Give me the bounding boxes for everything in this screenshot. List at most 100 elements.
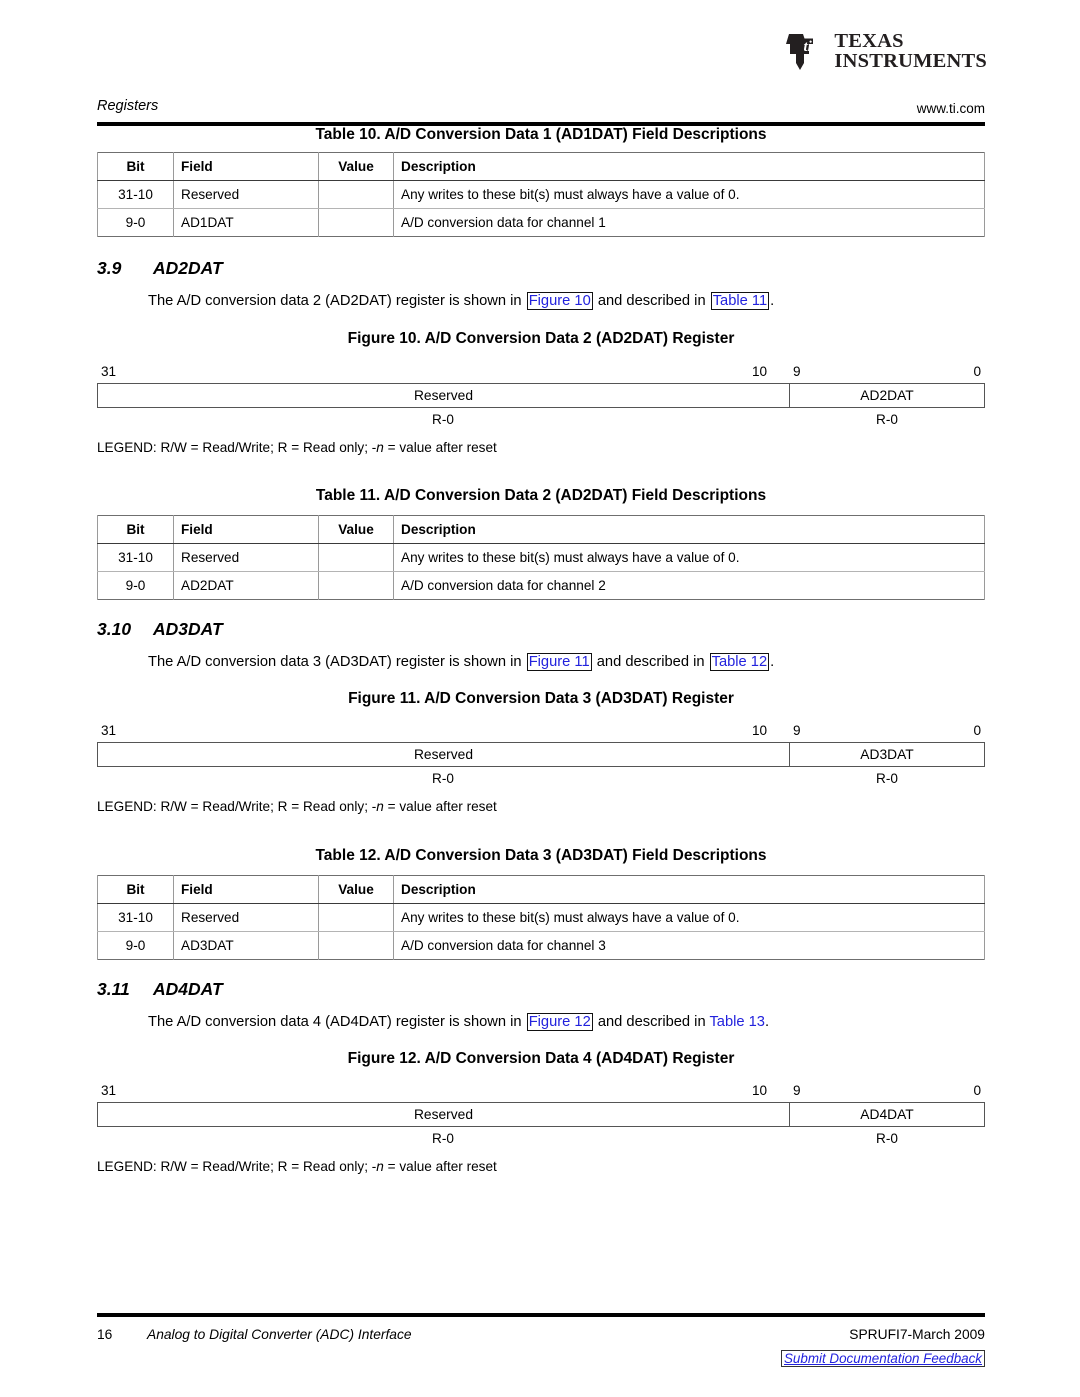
ti-logo: ti TEXAS INSTRUMENTS (783, 31, 987, 72)
table-row: 9-0 AD1DAT A/D conversion data for chann… (97, 208, 985, 237)
bit-label-split-right: 9 (793, 723, 801, 738)
section-heading-3-10: 3.10 AD3DAT (97, 619, 985, 640)
table-10-caption: Table 10. A/D Conversion Data 1 (AD1DAT)… (315, 126, 767, 143)
cell-bit: 9-0 (97, 208, 174, 237)
register-field-box: Reserved AD3DAT (97, 742, 985, 767)
legend-prefix: LEGEND: R/W = Read/Write; R = Read only;… (97, 1159, 377, 1174)
bit-label-low: 0 (973, 364, 981, 379)
cell-value (318, 543, 394, 572)
running-header-section: Registers (97, 98, 159, 114)
table-row: 31-10 Reserved Any writes to these bit(s… (97, 903, 985, 932)
register-field-box: Reserved AD2DAT (97, 383, 985, 408)
paragraph-text-part-1: The A/D conversion data 3 (AD3DAT) regis… (148, 654, 526, 670)
cell-description: A/D conversion data for channel 3 (393, 931, 985, 960)
bit-label-split-right: 9 (793, 364, 801, 379)
paragraph-text-part-1: The A/D conversion data 4 (AD4DAT) regis… (148, 1014, 526, 1030)
link-figure-12[interactable]: Figure 12 (526, 1013, 593, 1031)
bit-number-row: 31 10 9 0 (97, 364, 985, 383)
column-header-value: Value (318, 152, 394, 181)
footer-document-title: Analog to Digital Converter (ADC) Interf… (147, 1327, 412, 1342)
table-row: 9-0 AD3DAT A/D conversion data for chann… (97, 931, 985, 960)
section-title: AD4DAT (153, 979, 223, 999)
table-12-caption: Table 12. A/D Conversion Data 3 (AD3DAT)… (315, 847, 767, 864)
section-title: AD3DAT (153, 619, 223, 639)
bit-label-split-left: 10 (752, 1083, 768, 1098)
figure-12-caption: Figure 12. A/D Conversion Data 4 (AD4DAT… (347, 1050, 735, 1067)
header-rule (97, 122, 985, 126)
link-table-11[interactable]: Table 11 (710, 292, 770, 310)
section-heading-3-9: 3.9 AD2DAT (97, 258, 985, 279)
figure-10-caption: Figure 10. A/D Conversion Data 2 (AD2DAT… (347, 330, 735, 347)
bit-label-split-left: 10 (752, 364, 768, 379)
access-field: R-0 (876, 771, 898, 786)
figure-12-legend: LEGEND: R/W = Read/Write; R = Read only;… (97, 1159, 985, 1174)
table-header-row: Bit Field Value Description (97, 875, 985, 904)
section-number: 3.9 (97, 258, 122, 278)
figure-11-register-diagram: 31 10 9 0 Reserved AD3DAT R-0 R-0 LEGEND… (97, 723, 985, 814)
legend-italic-n: n (376, 440, 384, 455)
cell-description: Any writes to these bit(s) must always h… (393, 543, 985, 572)
table-11: Bit Field Value Description 31-10 Reserv… (97, 515, 985, 600)
register-field-reserved: Reserved (98, 384, 790, 407)
table-header-row: Bit Field Value Description (97, 152, 985, 181)
column-header-description: Description (393, 875, 985, 904)
figure-10-register-diagram: 31 10 9 0 Reserved AD2DAT R-0 R-0 LEGEND… (97, 364, 985, 455)
figure-10-legend: LEGEND: R/W = Read/Write; R = Read only;… (97, 440, 985, 455)
paragraph-text-part-3: . (764, 1014, 770, 1030)
legend-prefix: LEGEND: R/W = Read/Write; R = Read only;… (97, 799, 377, 814)
figure-11-legend: LEGEND: R/W = Read/Write; R = Read only;… (97, 799, 985, 814)
cell-bit: 31-10 (97, 903, 174, 932)
bit-label-low: 0 (973, 723, 981, 738)
legend-italic-n: n (376, 799, 384, 814)
section-3-9-paragraph: The A/D conversion data 2 (AD2DAT) regis… (148, 292, 988, 312)
cell-description: Any writes to these bit(s) must always h… (393, 180, 985, 209)
cell-field: AD2DAT (173, 571, 319, 600)
link-table-12[interactable]: Table 12 (709, 653, 770, 671)
register-field-data: AD4DAT (860, 1107, 914, 1122)
paragraph-text-part-3: . (770, 654, 775, 670)
cell-value (318, 931, 394, 960)
link-table-13[interactable]: Table 13 (709, 1014, 765, 1030)
legend-suffix: = value after reset (383, 799, 497, 814)
register-field-reserved: Reserved (98, 743, 790, 766)
register-access-row: R-0 R-0 (97, 408, 985, 431)
table-10: Bit Field Value Description 31-10 Reserv… (97, 152, 985, 237)
legend-italic-n: n (376, 1159, 384, 1174)
register-field-reserved: Reserved (98, 1103, 790, 1126)
table-12: Bit Field Value Description 31-10 Reserv… (97, 875, 985, 960)
section-3-11-paragraph: The A/D conversion data 4 (AD4DAT) regis… (148, 1013, 988, 1033)
cell-description: Any writes to these bit(s) must always h… (393, 903, 985, 932)
running-header: Registers www.ti.com (97, 98, 985, 126)
section-number: 3.10 (97, 619, 132, 639)
column-header-field: Field (173, 515, 319, 544)
register-field-box: Reserved AD4DAT (97, 1102, 985, 1127)
register-field-data: AD2DAT (860, 388, 914, 403)
cell-bit: 31-10 (97, 543, 174, 572)
submit-documentation-feedback-link[interactable]: Submit Documentation Feedback (781, 1350, 985, 1367)
figure-11-caption: Figure 11. A/D Conversion Data 3 (AD3DAT… (348, 690, 734, 707)
table-row: 31-10 Reserved Any writes to these bit(s… (97, 543, 985, 572)
column-header-field: Field (173, 152, 319, 181)
texas-instruments-mark-icon: ti (783, 32, 827, 72)
legend-suffix: = value after reset (383, 1159, 497, 1174)
bit-label-high: 31 (101, 1083, 117, 1098)
running-header-url[interactable]: www.ti.com (917, 101, 985, 116)
cell-value (318, 903, 394, 932)
paragraph-text-part-3: . (770, 293, 775, 309)
table-row: 9-0 AD2DAT A/D conversion data for chann… (97, 571, 985, 600)
svg-text:ti: ti (804, 39, 813, 55)
section-title: AD2DAT (153, 258, 223, 278)
bit-number-row: 31 10 9 0 (97, 723, 985, 742)
access-field: R-0 (876, 412, 898, 427)
access-reserved: R-0 (432, 771, 454, 786)
access-reserved: R-0 (432, 412, 454, 427)
cell-bit: 9-0 (97, 571, 174, 600)
link-figure-11[interactable]: Figure 11 (526, 653, 592, 671)
link-figure-10[interactable]: Figure 10 (526, 292, 593, 310)
table-header-row: Bit Field Value Description (97, 515, 985, 544)
document-page: ti TEXAS INSTRUMENTS Registers www.ti.co… (0, 0, 1080, 1397)
bit-number-row: 31 10 9 0 (97, 1083, 985, 1102)
bit-label-high: 31 (101, 723, 117, 738)
column-header-bit: Bit (97, 515, 174, 544)
paragraph-text-part-1: The A/D conversion data 2 (AD2DAT) regis… (148, 293, 526, 309)
